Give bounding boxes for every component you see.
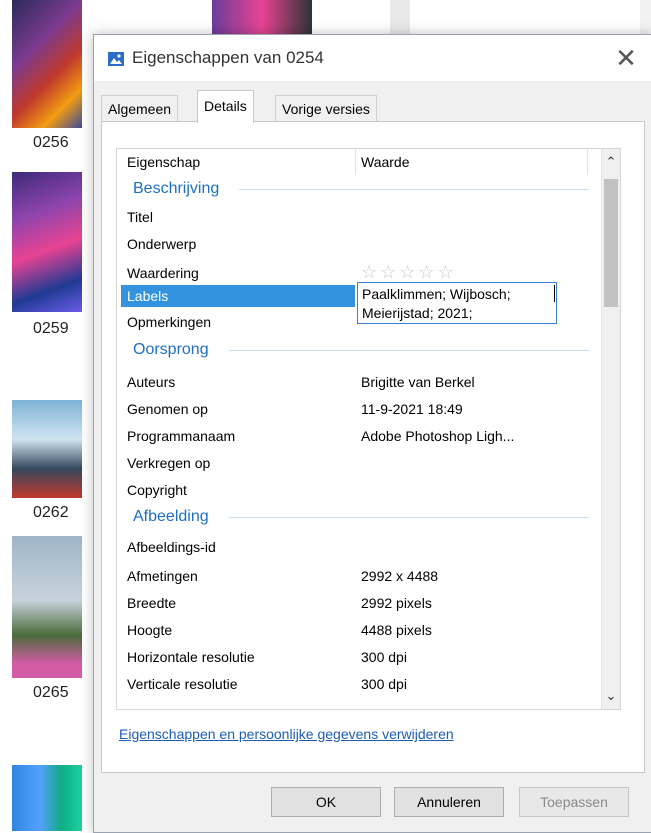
- property-label-program[interactable]: Programmanaam: [127, 423, 235, 449]
- column-header-property[interactable]: Eigenschap: [127, 149, 200, 175]
- property-label-date-taken[interactable]: Genomen op: [127, 396, 208, 422]
- chevron-down-icon[interactable]: ⌄: [602, 683, 620, 709]
- group-divider: [229, 350, 589, 351]
- group-divider: [229, 517, 589, 518]
- thumbnail-label: 0259: [33, 320, 69, 337]
- property-label-labels[interactable]: Labels: [127, 283, 168, 309]
- property-value-authors[interactable]: Brigitte van Berkel: [361, 369, 475, 395]
- close-icon[interactable]: ✕: [609, 43, 643, 73]
- property-label-height[interactable]: Hoogte: [127, 617, 172, 643]
- ok-button[interactable]: OK: [271, 787, 381, 817]
- property-value-width[interactable]: 2992 pixels: [361, 590, 432, 616]
- labels-edit-field[interactable]: Paalklimmen; Wijbosch; Meierijstad; 2021…: [357, 282, 557, 324]
- group-header-description: Beschrijving: [133, 180, 220, 197]
- property-label-image-id[interactable]: Afbeeldings-id: [127, 534, 216, 560]
- property-label-vertical-resolution[interactable]: Verticale resolutie: [127, 671, 238, 697]
- background-strip: [390, 0, 410, 34]
- property-value-date-taken[interactable]: 11-9-2021 18:49: [361, 396, 463, 422]
- group-divider: [239, 189, 589, 190]
- thumbnail-label: 0265: [33, 684, 69, 701]
- scrollbar-thumb[interactable]: [604, 179, 618, 307]
- thumbnail-label: 0262: [33, 504, 69, 521]
- text-caret: [554, 285, 555, 302]
- property-value-program[interactable]: Adobe Photoshop Ligh...: [361, 423, 514, 449]
- thumbnail-image[interactable]: [12, 765, 82, 831]
- property-label-width[interactable]: Breedte: [127, 590, 176, 616]
- image-file-icon: [108, 52, 124, 66]
- column-divider[interactable]: [355, 149, 356, 175]
- property-label-comments[interactable]: Opmerkingen: [127, 309, 211, 335]
- property-label-title[interactable]: Titel: [127, 204, 153, 230]
- thumbnail-image[interactable]: [12, 172, 82, 312]
- thumbnail-image[interactable]: [212, 0, 312, 34]
- tab-details[interactable]: Details: [197, 90, 254, 123]
- property-list[interactable]: Eigenschap Waarde Beschrijving Titel Ond…: [116, 148, 621, 710]
- thumbnail-image[interactable]: [12, 0, 82, 128]
- chevron-up-icon[interactable]: ⌃: [602, 149, 620, 175]
- tab-general[interactable]: Algemeen: [101, 95, 179, 122]
- property-value-vertical-resolution[interactable]: 300 dpi: [361, 671, 407, 697]
- labels-value-line: Paalklimmen; Wijbosch;: [362, 286, 511, 302]
- remove-properties-link[interactable]: Eigenschappen en persoonlijke gegevens v…: [119, 726, 454, 742]
- property-label-authors[interactable]: Auteurs: [127, 369, 175, 395]
- cancel-button[interactable]: Annuleren: [394, 787, 504, 817]
- thumbnail-image[interactable]: [12, 536, 82, 678]
- tab-previous-versions[interactable]: Vorige versies: [275, 95, 377, 122]
- group-header-image: Afbeelding: [133, 508, 209, 525]
- column-divider[interactable]: [587, 149, 588, 175]
- details-panel: Eigenschap Waarde Beschrijving Titel Ond…: [101, 121, 645, 773]
- tab-bar: Algemeen Details Vorige versies: [94, 90, 651, 123]
- property-label-copyright[interactable]: Copyright: [127, 477, 187, 503]
- dialog-title: Eigenschappen van 0254: [132, 48, 324, 67]
- property-label-subject[interactable]: Onderwerp: [127, 231, 196, 257]
- thumbnail-image[interactable]: [12, 400, 82, 498]
- property-value-height[interactable]: 4488 pixels: [361, 617, 432, 643]
- column-header-value[interactable]: Waarde: [361, 149, 410, 175]
- group-header-origin: Oorsprong: [133, 341, 209, 358]
- properties-dialog: Eigenschappen van 0254 ✕ Algemeen Detail…: [93, 34, 651, 833]
- property-label-dimensions[interactable]: Afmetingen: [127, 563, 198, 589]
- property-label-horizontal-resolution[interactable]: Horizontale resolutie: [127, 644, 255, 670]
- title-bar[interactable]: Eigenschappen van 0254 ✕: [94, 35, 651, 81]
- property-label-acquired[interactable]: Verkregen op: [127, 450, 210, 476]
- property-value-dimensions[interactable]: 2992 x 4488: [361, 563, 438, 589]
- property-value-horizontal-resolution[interactable]: 300 dpi: [361, 644, 407, 670]
- labels-value-line: Meierijstad; 2021;: [362, 305, 473, 321]
- thumbnail-label: 0256: [33, 134, 69, 151]
- apply-button[interactable]: Toepassen: [519, 787, 629, 817]
- vertical-scrollbar[interactable]: ⌃ ⌄: [601, 149, 620, 709]
